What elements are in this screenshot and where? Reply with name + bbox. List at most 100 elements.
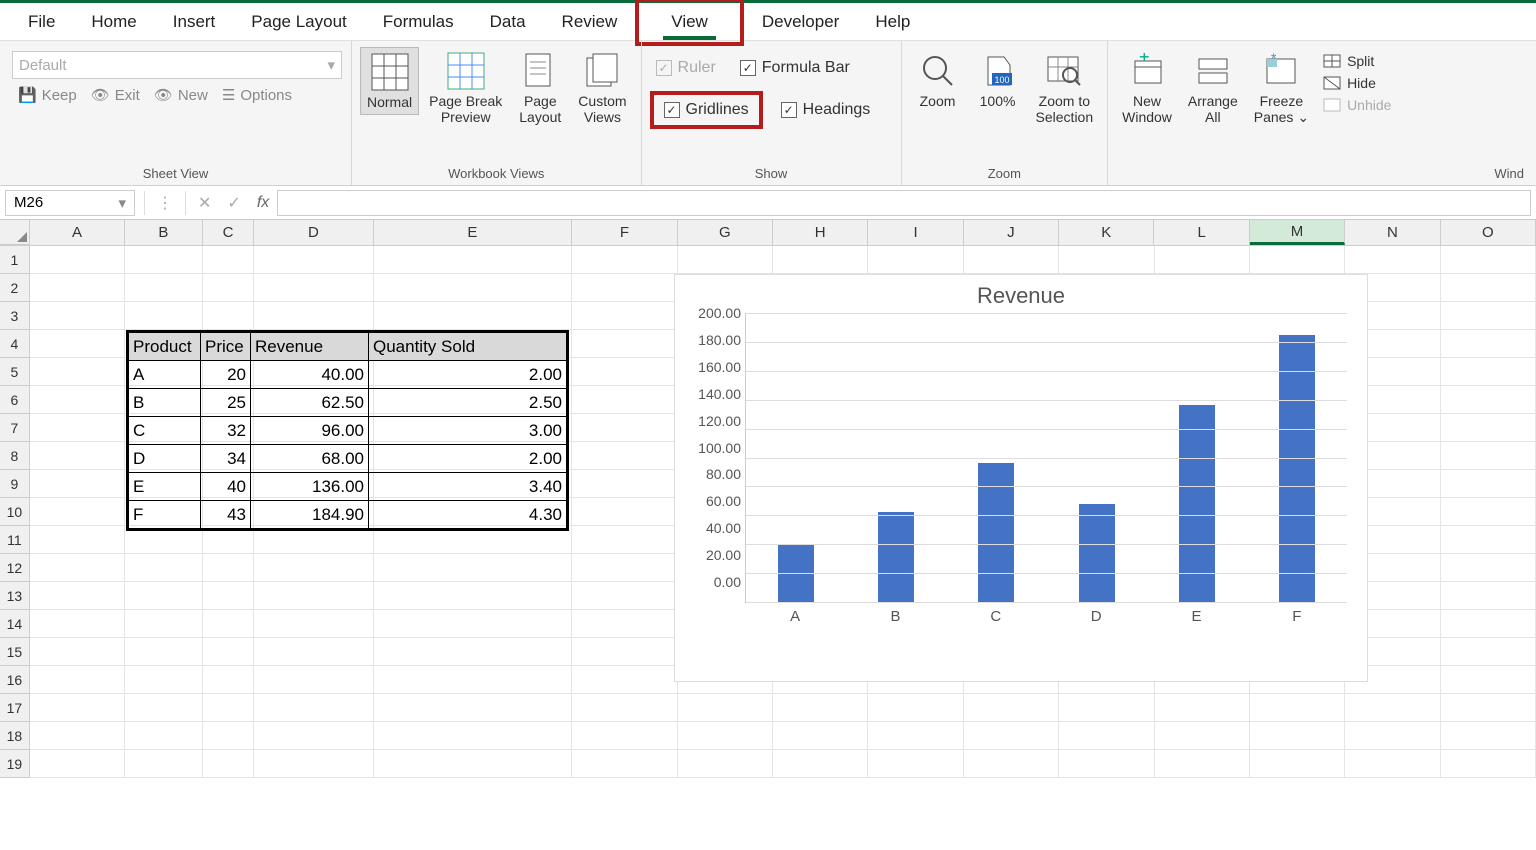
row-header-17[interactable]: 17 <box>0 694 30 722</box>
row-header-14[interactable]: 14 <box>0 610 30 638</box>
bar-B[interactable] <box>878 512 914 602</box>
col-header-K[interactable]: K <box>1059 220 1154 245</box>
cell-E1[interactable] <box>374 246 573 274</box>
cell-E17[interactable] <box>374 694 573 722</box>
col-header-E[interactable]: E <box>374 220 573 245</box>
options-button[interactable]: ☰Options <box>216 83 298 107</box>
cell-L17[interactable] <box>1155 694 1250 722</box>
hide-button[interactable]: Hide <box>1319 73 1395 93</box>
cell-A8[interactable] <box>30 442 125 470</box>
row-header-1[interactable]: 1 <box>0 246 30 274</box>
row-header-5[interactable]: 5 <box>0 358 30 386</box>
cell-H19[interactable] <box>773 750 868 778</box>
cell-A6[interactable] <box>30 386 125 414</box>
col-header-F[interactable]: F <box>572 220 677 245</box>
cell-C16[interactable] <box>203 666 255 694</box>
cell-O13[interactable] <box>1441 582 1536 610</box>
cell-K17[interactable] <box>1059 694 1154 722</box>
cell-C2[interactable] <box>203 274 255 302</box>
cell-F16[interactable] <box>572 666 677 694</box>
cell-B12[interactable] <box>125 554 203 582</box>
col-header-I[interactable]: I <box>868 220 963 245</box>
menu-home[interactable]: Home <box>73 5 154 39</box>
spreadsheet-grid[interactable]: ABCDEFGHIJKLMNO 123456789101112131415161… <box>0 220 1536 840</box>
row-header-16[interactable]: 16 <box>0 666 30 694</box>
cell-O2[interactable] <box>1441 274 1536 302</box>
cell-N19[interactable] <box>1345 750 1440 778</box>
bar-D[interactable] <box>1079 504 1115 602</box>
cell-E19[interactable] <box>374 750 573 778</box>
cell-H17[interactable] <box>773 694 868 722</box>
cell-E12[interactable] <box>374 554 573 582</box>
cell-C3[interactable] <box>203 302 255 330</box>
cell-O11[interactable] <box>1441 526 1536 554</box>
cell-F15[interactable] <box>572 638 677 666</box>
row-header-7[interactable]: 7 <box>0 414 30 442</box>
formulabar-checkbox[interactable]: ✓Formula Bar <box>734 55 856 81</box>
col-header-B[interactable]: B <box>125 220 203 245</box>
row-header-2[interactable]: 2 <box>0 274 30 302</box>
sheet-view-combo[interactable]: Default▾ <box>12 51 342 79</box>
cell-F10[interactable] <box>572 498 677 526</box>
fb-more-icon[interactable]: ⋮ <box>149 193 181 213</box>
cell-B2[interactable] <box>125 274 203 302</box>
cell-D13[interactable] <box>254 582 373 610</box>
menu-insert[interactable]: Insert <box>155 5 234 39</box>
fx-icon[interactable]: fx <box>249 194 277 212</box>
cell-J19[interactable] <box>964 750 1059 778</box>
cell-G18[interactable] <box>678 722 773 750</box>
cell-C19[interactable] <box>203 750 255 778</box>
cell-G1[interactable] <box>678 246 773 274</box>
headings-checkbox[interactable]: ✓Headings <box>775 91 877 129</box>
cell-A15[interactable] <box>30 638 125 666</box>
menu-page-layout[interactable]: Page Layout <box>233 5 364 39</box>
cell-B18[interactable] <box>125 722 203 750</box>
menu-data[interactable]: Data <box>472 5 544 39</box>
cell-F6[interactable] <box>572 386 677 414</box>
cell-F7[interactable] <box>572 414 677 442</box>
cell-O9[interactable] <box>1441 470 1536 498</box>
cell-C17[interactable] <box>203 694 255 722</box>
cell-J1[interactable] <box>964 246 1059 274</box>
row-header-6[interactable]: 6 <box>0 386 30 414</box>
row-header-9[interactable]: 9 <box>0 470 30 498</box>
cell-I1[interactable] <box>868 246 963 274</box>
enter-icon[interactable]: ✓ <box>219 193 248 213</box>
row-header-12[interactable]: 12 <box>0 554 30 582</box>
cell-N1[interactable] <box>1345 246 1440 274</box>
row-header-18[interactable]: 18 <box>0 722 30 750</box>
cell-A9[interactable] <box>30 470 125 498</box>
col-header-H[interactable]: H <box>773 220 868 245</box>
cell-O7[interactable] <box>1441 414 1536 442</box>
cell-O14[interactable] <box>1441 610 1536 638</box>
cell-E14[interactable] <box>374 610 573 638</box>
cell-A13[interactable] <box>30 582 125 610</box>
cell-A5[interactable] <box>30 358 125 386</box>
cell-D3[interactable] <box>254 302 373 330</box>
menu-file[interactable]: File <box>10 5 73 39</box>
cell-I19[interactable] <box>868 750 963 778</box>
cell-B19[interactable] <box>125 750 203 778</box>
cell-O6[interactable] <box>1441 386 1536 414</box>
revenue-chart[interactable]: Revenue 0.0020.0040.0060.0080.00100.0012… <box>674 274 1368 682</box>
cell-N17[interactable] <box>1345 694 1440 722</box>
col-header-G[interactable]: G <box>678 220 773 245</box>
cell-F17[interactable] <box>572 694 677 722</box>
cell-B3[interactable] <box>125 302 203 330</box>
cell-F13[interactable] <box>572 582 677 610</box>
bar-F[interactable] <box>1279 335 1315 602</box>
cell-F5[interactable] <box>572 358 677 386</box>
cell-E13[interactable] <box>374 582 573 610</box>
cell-L1[interactable] <box>1155 246 1250 274</box>
cell-C18[interactable] <box>203 722 255 750</box>
cell-A12[interactable] <box>30 554 125 582</box>
cell-D18[interactable] <box>254 722 373 750</box>
zoom-selection-button[interactable]: Zoom to Selection <box>1030 47 1100 129</box>
row-header-11[interactable]: 11 <box>0 526 30 554</box>
cell-G17[interactable] <box>678 694 773 722</box>
cell-F18[interactable] <box>572 722 677 750</box>
cell-O10[interactable] <box>1441 498 1536 526</box>
cell-O3[interactable] <box>1441 302 1536 330</box>
menu-formulas[interactable]: Formulas <box>365 5 472 39</box>
zoom-100-button[interactable]: 100100% <box>970 47 1026 113</box>
